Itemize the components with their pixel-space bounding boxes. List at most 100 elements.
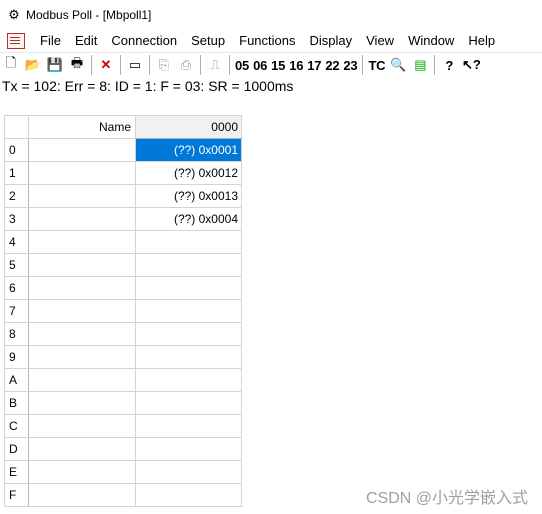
row-header[interactable]: A bbox=[4, 368, 29, 392]
register-value-cell[interactable] bbox=[135, 230, 242, 254]
register-value-cell[interactable]: (??) 0x0004 bbox=[135, 207, 242, 231]
table-row: D bbox=[4, 437, 242, 461]
menu-view[interactable]: View bbox=[359, 30, 401, 51]
menu-edit[interactable]: Edit bbox=[68, 30, 104, 51]
pulse-icon[interactable]: ⎍ bbox=[204, 54, 226, 76]
function-17-button[interactable]: 17 bbox=[305, 54, 323, 76]
function-23-button[interactable]: 23 bbox=[341, 54, 359, 76]
function-16-button[interactable]: 16 bbox=[287, 54, 305, 76]
row-header[interactable]: C bbox=[4, 414, 29, 438]
toolbar: 🗋 📂 💾 🖶 ✕ ▭ ⎘ ⎙ ⎍ 05 06 15 16 17 22 23 T… bbox=[0, 52, 542, 77]
print-icon[interactable]: 🖶 bbox=[66, 54, 88, 76]
row-header[interactable]: 1 bbox=[4, 161, 29, 185]
name-cell[interactable] bbox=[28, 483, 136, 507]
menu-setup[interactable]: Setup bbox=[184, 30, 232, 51]
name-cell[interactable] bbox=[28, 368, 136, 392]
name-cell[interactable] bbox=[28, 230, 136, 254]
toolbar-separator bbox=[229, 55, 230, 75]
register-value-cell[interactable] bbox=[135, 483, 242, 507]
name-cell[interactable] bbox=[28, 253, 136, 277]
table-row: 3 (??) 0x0004 bbox=[4, 207, 242, 231]
row-header[interactable]: D bbox=[4, 437, 29, 461]
register-value-cell[interactable] bbox=[135, 437, 242, 461]
menu-help[interactable]: Help bbox=[461, 30, 502, 51]
title-bar: ⚙ Modbus Poll - [Mbpoll1] bbox=[0, 0, 542, 30]
address-column-header[interactable]: 0000 bbox=[135, 115, 242, 139]
name-cell[interactable] bbox=[28, 345, 136, 369]
window-icon[interactable]: ▭ bbox=[124, 54, 146, 76]
name-cell[interactable] bbox=[28, 299, 136, 323]
register-value-cell[interactable]: (??) 0x0001 bbox=[135, 138, 242, 162]
disconnect-icon[interactable]: ✕ bbox=[95, 54, 117, 76]
function-15-button[interactable]: 15 bbox=[269, 54, 287, 76]
toolbar-separator bbox=[362, 55, 364, 75]
function-06-button[interactable]: 06 bbox=[251, 54, 269, 76]
watermark: CSDN @小光学嵌入式 bbox=[365, 490, 528, 507]
open-folder-icon[interactable]: 📂 bbox=[22, 54, 44, 76]
register-grid: Name 0000 0 (??) 0x0001 1 (??) 0x0012 2 (??) … bbox=[4, 115, 242, 507]
table-row: 0 (??) 0x0001 bbox=[4, 138, 242, 162]
help-icon[interactable]: ? bbox=[438, 54, 460, 76]
register-value-cell[interactable] bbox=[135, 391, 242, 415]
document-menu-icon[interactable] bbox=[7, 32, 25, 49]
save-icon[interactable]: 💾 bbox=[44, 54, 66, 76]
window-title: Modbus Poll - [Mbpoll1] bbox=[26, 8, 152, 22]
row-header[interactable]: 9 bbox=[4, 345, 29, 369]
write-icon[interactable]: ⎙ bbox=[175, 54, 197, 76]
menu-connection[interactable]: Connection bbox=[104, 30, 184, 51]
read-write-icon[interactable]: ⎘ bbox=[153, 54, 175, 76]
row-header[interactable]: B bbox=[4, 391, 29, 415]
table-row: F bbox=[4, 483, 242, 507]
register-value-cell[interactable] bbox=[135, 253, 242, 277]
row-header[interactable]: 3 bbox=[4, 207, 29, 231]
register-value-cell[interactable] bbox=[135, 460, 242, 484]
menu-window[interactable]: Window bbox=[401, 30, 461, 51]
register-value-cell[interactable] bbox=[135, 414, 242, 438]
row-header[interactable]: 5 bbox=[4, 253, 29, 277]
menu-functions[interactable]: Functions bbox=[232, 30, 302, 51]
register-value-cell[interactable] bbox=[135, 322, 242, 346]
row-header[interactable]: F bbox=[4, 483, 29, 507]
traffic-monitor-icon[interactable]: 🔍 bbox=[387, 54, 409, 76]
name-cell[interactable] bbox=[28, 460, 136, 484]
name-cell[interactable] bbox=[28, 276, 136, 300]
table-row: 6 bbox=[4, 276, 242, 300]
register-value-cell[interactable]: (??) 0x0012 bbox=[135, 161, 242, 185]
name-cell[interactable] bbox=[28, 207, 136, 231]
table-row: 1 (??) 0x0012 bbox=[4, 161, 242, 185]
name-cell[interactable] bbox=[28, 322, 136, 346]
table-row: E bbox=[4, 460, 242, 484]
row-header[interactable]: E bbox=[4, 460, 29, 484]
name-cell[interactable] bbox=[28, 184, 136, 208]
name-cell[interactable] bbox=[28, 391, 136, 415]
context-help-icon[interactable]: ↖? bbox=[460, 54, 482, 76]
name-cell[interactable] bbox=[28, 414, 136, 438]
register-value-cell[interactable] bbox=[135, 299, 242, 323]
grid-corner[interactable] bbox=[4, 115, 29, 139]
new-file-icon[interactable]: 🗋 bbox=[0, 54, 22, 76]
name-cell[interactable] bbox=[28, 138, 136, 162]
register-value-cell[interactable] bbox=[135, 276, 242, 300]
tc-button[interactable]: TC bbox=[366, 54, 387, 76]
function-22-button[interactable]: 22 bbox=[323, 54, 341, 76]
register-value-cell[interactable]: (??) 0x0013 bbox=[135, 184, 242, 208]
row-header[interactable]: 6 bbox=[4, 276, 29, 300]
row-header[interactable]: 0 bbox=[4, 138, 29, 162]
row-header[interactable]: 2 bbox=[4, 184, 29, 208]
row-header[interactable]: 8 bbox=[4, 322, 29, 346]
function-05-button[interactable]: 05 bbox=[233, 54, 251, 76]
menu-bar: File Edit Connection Setup Functions Dis… bbox=[0, 30, 542, 51]
name-cell[interactable] bbox=[28, 437, 136, 461]
menu-display[interactable]: Display bbox=[303, 30, 360, 51]
register-value-cell[interactable] bbox=[135, 368, 242, 392]
menu-file[interactable]: File bbox=[33, 30, 68, 51]
toolbar-separator bbox=[149, 55, 150, 75]
table-row: C bbox=[4, 414, 242, 438]
name-column-header[interactable]: Name bbox=[28, 115, 136, 139]
row-header[interactable]: 7 bbox=[4, 299, 29, 323]
communication-status: Tx = 102: Err = 8: ID = 1: F = 03: SR = … bbox=[2, 78, 294, 94]
chart-icon[interactable]: ▤ bbox=[409, 54, 431, 76]
name-cell[interactable] bbox=[28, 161, 136, 185]
row-header[interactable]: 4 bbox=[4, 230, 29, 254]
register-value-cell[interactable] bbox=[135, 345, 242, 369]
